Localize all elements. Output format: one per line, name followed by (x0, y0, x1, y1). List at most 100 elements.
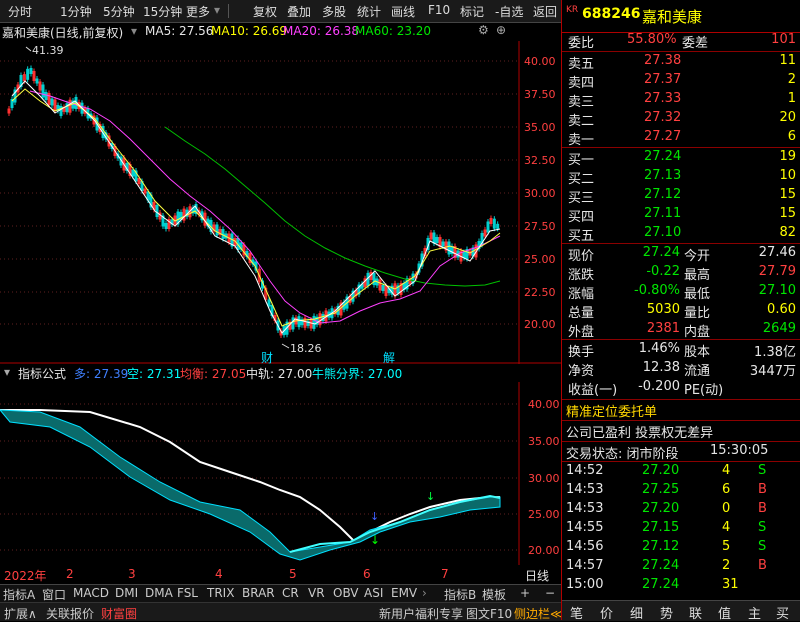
bid-price: 27.11 (644, 206, 682, 221)
tab-cr[interactable]: CR (282, 586, 299, 600)
quote-row: 涨跌 -0.22 最高 27.79 (562, 263, 800, 283)
toolbar-zixuan[interactable]: -自选 (495, 3, 523, 20)
quote-cell: 总量 (568, 306, 595, 321)
tick-direction: B (758, 501, 767, 516)
tab-bi[interactable]: 笔 (570, 603, 583, 622)
tab-lian[interactable]: 联 (689, 603, 702, 622)
tab-dma[interactable]: DMA (145, 586, 173, 600)
toolbar-1min[interactable]: 1分钟 (60, 3, 92, 20)
related-quotes-tab[interactable]: 关联报价 (46, 605, 94, 622)
indicator-name[interactable]: 指标公式 (18, 365, 66, 382)
quote-row: 涨幅 -0.80% 最低 27.10 (562, 282, 800, 302)
plus-icon[interactable]: ⊕ (496, 23, 506, 37)
toolbar-15min[interactable]: 15分钟 (143, 3, 182, 20)
tab-dmi[interactable]: DMI (115, 586, 138, 600)
period-label[interactable]: 日线 (525, 567, 549, 584)
quote-cell: 27.10 (758, 283, 796, 298)
quote-row: 卖四 27.37 2 (562, 71, 800, 91)
settings-icon[interactable]: ⚙ (478, 23, 489, 37)
tab-emv[interactable]: EMV (391, 586, 417, 600)
tab-fsl[interactable]: FSL (177, 586, 198, 600)
quote-row: 卖二 27.32 20 (562, 109, 800, 129)
tab-template[interactable]: 模板 (482, 586, 506, 603)
quote-row: 买三 27.12 15 (562, 186, 800, 206)
tab-zhu[interactable]: 主 (748, 603, 761, 622)
chevron-down-icon[interactable]: ▾ (214, 3, 220, 17)
tick-price: 27.20 (642, 463, 680, 478)
tab-shi[interactable]: 势 (660, 603, 673, 622)
ask-price: 27.33 (644, 91, 682, 106)
bid-label: 买四 (568, 210, 595, 225)
quote-cell: 1.46% (638, 341, 680, 356)
indicator-header: ▾ 指标公式 多: 27.39 空: 27.31 均衡: 27.05 中轨: 2… (0, 364, 519, 382)
toolbar-huaxian[interactable]: 画线 (391, 3, 415, 20)
tab-vr[interactable]: VR (308, 586, 325, 600)
quote-tabs: 笔 价 细 势 联 值 主 买 (562, 600, 800, 622)
tab-asi[interactable]: ASI (364, 586, 383, 600)
f10-tab[interactable]: 图文F10 (466, 605, 512, 622)
toolbar-5min[interactable]: 5分钟 (103, 3, 135, 20)
toolbar-biaoji[interactable]: 标记 (460, 3, 484, 20)
toolbar-tongji[interactable]: 统计 (357, 3, 381, 20)
toolbar-diejia[interactable]: 叠加 (287, 3, 311, 20)
kr-badge: KR (566, 5, 579, 15)
candle (44, 92, 48, 100)
tab-mai[interactable]: 买 (776, 603, 789, 622)
indicator-chart[interactable]: 40.00 35.00 30.00 25.00 20.00 ↓ ↓ ↓ (0, 382, 562, 565)
quote-header: KR 688246 嘉和美康 (562, 0, 800, 33)
tab-brar[interactable]: BRAR (242, 586, 275, 600)
tab-indicator-a[interactable]: 指标A (3, 586, 35, 603)
remove-button[interactable]: − (545, 586, 555, 600)
chevron-right-icon[interactable]: › (422, 586, 427, 600)
kline-chart[interactable]: 40.00 37.50 35.00 32.50 30.00 27.50 25.00 22.50… (0, 41, 562, 364)
add-button[interactable]: + (520, 586, 530, 600)
toolbar-duogu[interactable]: 多股 (322, 3, 346, 20)
candle (492, 218, 496, 229)
candle (215, 224, 219, 236)
toolbar-more[interactable]: 更多 (186, 3, 210, 20)
quote-cell: 27.46 (758, 245, 796, 260)
chevron-down-icon[interactable]: ▾ (131, 24, 137, 38)
tab-xi[interactable]: 细 (630, 603, 643, 622)
x-label: 2 (66, 567, 74, 581)
tick-time: 14:57 (566, 558, 604, 573)
tab-indicator-b[interactable]: 指标B (444, 586, 476, 603)
quote-row: 买四 27.11 15 (562, 205, 800, 225)
low-price-label: 18.26 (290, 342, 322, 355)
tab-macd[interactable]: MACD (73, 586, 109, 600)
wealth-circle-tab[interactable]: 财富圈 (101, 605, 137, 622)
tick-direction: B (758, 482, 767, 497)
chevron-down-icon[interactable]: ▾ (4, 365, 10, 379)
expand-button[interactable]: 扩展∧ (4, 605, 37, 622)
tab-trix[interactable]: TRIX (207, 586, 234, 600)
new-user-benefit-link[interactable]: 新用户福利专享 (379, 605, 463, 622)
toolbar-f10[interactable]: F10 (428, 3, 450, 17)
sidebar-toggle[interactable]: 侧边栏≪ (514, 605, 563, 622)
promo-row[interactable]: 精准定位委托单 (562, 400, 800, 420)
y-tick-label: 37.50 (524, 88, 556, 101)
toolbar-fenshi[interactable]: 分时 (8, 3, 32, 20)
bid-volume: 19 (779, 149, 796, 164)
quote-cell: PE(动) (684, 383, 724, 398)
tick-direction: S (758, 520, 767, 535)
weicha-value: 101 (771, 32, 796, 47)
ask-price: 27.37 (644, 72, 682, 87)
tick-time: 14:53 (566, 501, 604, 516)
tick-price: 27.24 (642, 577, 680, 592)
candle (381, 285, 385, 291)
quote-cell: 流通 (684, 364, 711, 379)
tab-jia[interactable]: 价 (600, 603, 613, 622)
top-toolbar: 分时 1分钟 5分钟 15分钟 更多 ▾ 复权 叠加 多股 统计 画线 F10 … (0, 0, 562, 23)
toolbar-fuquan[interactable]: 复权 (253, 3, 277, 20)
tab-window[interactable]: 窗口 (42, 586, 66, 603)
y-tick-label: 25.00 (524, 253, 556, 266)
tick-direction: B (758, 558, 767, 573)
tab-zhi[interactable]: 值 (718, 603, 731, 622)
toolbar-back[interactable]: 返回 (533, 3, 557, 20)
tab-obv[interactable]: OBV (333, 586, 359, 600)
candle (41, 84, 45, 98)
tick-direction: S (758, 539, 767, 554)
tick-volume: 6 (722, 482, 731, 497)
ask-label: 卖一 (568, 133, 595, 148)
ma5-label: MA5: 27.56 (145, 24, 214, 38)
